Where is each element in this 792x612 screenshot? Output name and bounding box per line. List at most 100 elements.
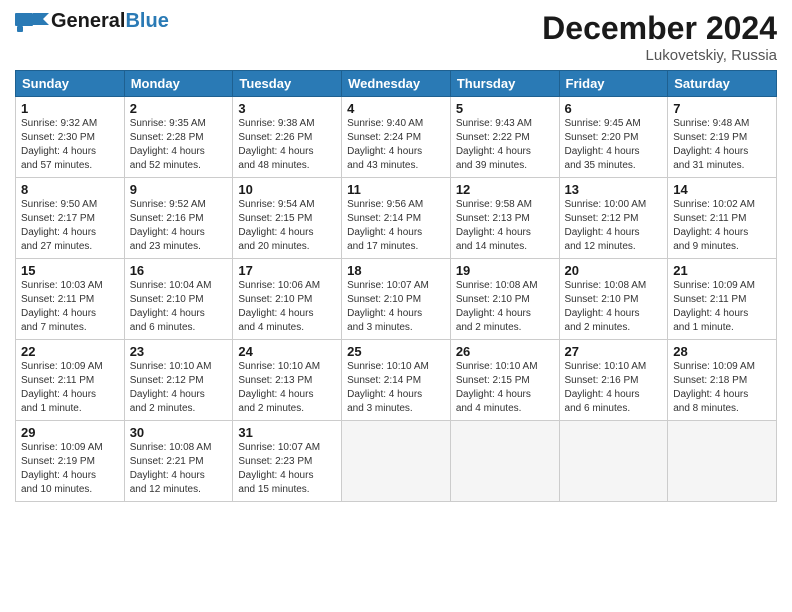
day-cell: 17Sunrise: 10:06 AM Sunset: 2:10 PM Dayl…	[233, 259, 342, 340]
day-info: Sunrise: 9:35 AM Sunset: 2:28 PM Dayligh…	[130, 117, 228, 173]
day-cell: 31Sunrise: 10:07 AM Sunset: 2:23 PM Dayl…	[233, 421, 342, 502]
day-info: Sunrise: 10:03 AM Sunset: 2:11 PM Daylig…	[21, 279, 119, 335]
day-number: 15	[21, 263, 119, 278]
col-tuesday: Tuesday	[233, 71, 342, 97]
day-cell: 11Sunrise: 9:56 AM Sunset: 2:14 PM Dayli…	[342, 178, 451, 259]
day-cell: 2Sunrise: 9:35 AM Sunset: 2:28 PM Daylig…	[124, 97, 233, 178]
calendar-body: 1Sunrise: 9:32 AM Sunset: 2:30 PM Daylig…	[16, 97, 777, 502]
day-cell	[342, 421, 451, 502]
day-cell: 25Sunrise: 10:10 AM Sunset: 2:14 PM Dayl…	[342, 340, 451, 421]
day-cell: 18Sunrise: 10:07 AM Sunset: 2:10 PM Dayl…	[342, 259, 451, 340]
day-cell: 4Sunrise: 9:40 AM Sunset: 2:24 PM Daylig…	[342, 97, 451, 178]
col-wednesday: Wednesday	[342, 71, 451, 97]
title-area: December 2024 Lukovetskiy, Russia	[542, 10, 777, 64]
day-info: Sunrise: 10:08 AM Sunset: 2:21 PM Daylig…	[130, 441, 228, 497]
day-info: Sunrise: 9:56 AM Sunset: 2:14 PM Dayligh…	[347, 198, 445, 254]
day-number: 7	[673, 101, 771, 116]
day-number: 8	[21, 182, 119, 197]
day-cell: 10Sunrise: 9:54 AM Sunset: 2:15 PM Dayli…	[233, 178, 342, 259]
header: GeneralBlue December 2024 Lukovetskiy, R…	[15, 10, 777, 64]
day-number: 27	[565, 344, 663, 359]
day-info: Sunrise: 10:09 AM Sunset: 2:19 PM Daylig…	[21, 441, 119, 497]
day-cell: 8Sunrise: 9:50 AM Sunset: 2:17 PM Daylig…	[16, 178, 125, 259]
day-info: Sunrise: 9:45 AM Sunset: 2:20 PM Dayligh…	[565, 117, 663, 173]
day-number: 19	[456, 263, 554, 278]
day-info: Sunrise: 10:09 AM Sunset: 2:11 PM Daylig…	[21, 360, 119, 416]
logo-general: General	[51, 10, 125, 32]
day-cell: 16Sunrise: 10:04 AM Sunset: 2:10 PM Dayl…	[124, 259, 233, 340]
day-info: Sunrise: 10:08 AM Sunset: 2:10 PM Daylig…	[456, 279, 554, 335]
day-cell: 23Sunrise: 10:10 AM Sunset: 2:12 PM Dayl…	[124, 340, 233, 421]
day-info: Sunrise: 9:52 AM Sunset: 2:16 PM Dayligh…	[130, 198, 228, 254]
day-number: 13	[565, 182, 663, 197]
day-cell	[450, 421, 559, 502]
week-row-1: 1Sunrise: 9:32 AM Sunset: 2:30 PM Daylig…	[16, 97, 777, 178]
day-info: Sunrise: 10:04 AM Sunset: 2:10 PM Daylig…	[130, 279, 228, 335]
day-cell	[559, 421, 668, 502]
day-cell: 14Sunrise: 10:02 AM Sunset: 2:11 PM Dayl…	[668, 178, 777, 259]
day-number: 4	[347, 101, 445, 116]
day-info: Sunrise: 9:40 AM Sunset: 2:24 PM Dayligh…	[347, 117, 445, 173]
day-cell: 6Sunrise: 9:45 AM Sunset: 2:20 PM Daylig…	[559, 97, 668, 178]
day-info: Sunrise: 10:10 AM Sunset: 2:16 PM Daylig…	[565, 360, 663, 416]
day-info: Sunrise: 10:06 AM Sunset: 2:10 PM Daylig…	[238, 279, 336, 335]
day-info: Sunrise: 10:09 AM Sunset: 2:18 PM Daylig…	[673, 360, 771, 416]
day-cell: 13Sunrise: 10:00 AM Sunset: 2:12 PM Dayl…	[559, 178, 668, 259]
day-number: 16	[130, 263, 228, 278]
day-cell: 1Sunrise: 9:32 AM Sunset: 2:30 PM Daylig…	[16, 97, 125, 178]
col-monday: Monday	[124, 71, 233, 97]
day-number: 11	[347, 182, 445, 197]
day-info: Sunrise: 10:10 AM Sunset: 2:15 PM Daylig…	[456, 360, 554, 416]
day-info: Sunrise: 10:08 AM Sunset: 2:10 PM Daylig…	[565, 279, 663, 335]
day-info: Sunrise: 10:10 AM Sunset: 2:13 PM Daylig…	[238, 360, 336, 416]
col-thursday: Thursday	[450, 71, 559, 97]
day-number: 10	[238, 182, 336, 197]
day-cell: 15Sunrise: 10:03 AM Sunset: 2:11 PM Dayl…	[16, 259, 125, 340]
day-cell: 21Sunrise: 10:09 AM Sunset: 2:11 PM Dayl…	[668, 259, 777, 340]
day-cell: 9Sunrise: 9:52 AM Sunset: 2:16 PM Daylig…	[124, 178, 233, 259]
day-number: 20	[565, 263, 663, 278]
header-row: Sunday Monday Tuesday Wednesday Thursday…	[16, 71, 777, 97]
day-info: Sunrise: 9:54 AM Sunset: 2:15 PM Dayligh…	[238, 198, 336, 254]
day-number: 21	[673, 263, 771, 278]
logo-blue: Blue	[125, 10, 168, 32]
day-info: Sunrise: 9:58 AM Sunset: 2:13 PM Dayligh…	[456, 198, 554, 254]
col-saturday: Saturday	[668, 71, 777, 97]
day-number: 26	[456, 344, 554, 359]
day-info: Sunrise: 10:07 AM Sunset: 2:23 PM Daylig…	[238, 441, 336, 497]
day-cell: 22Sunrise: 10:09 AM Sunset: 2:11 PM Dayl…	[16, 340, 125, 421]
day-info: Sunrise: 10:07 AM Sunset: 2:10 PM Daylig…	[347, 279, 445, 335]
day-info: Sunrise: 9:48 AM Sunset: 2:19 PM Dayligh…	[673, 117, 771, 173]
day-number: 3	[238, 101, 336, 116]
main-container: GeneralBlue December 2024 Lukovetskiy, R…	[0, 0, 792, 507]
day-cell: 24Sunrise: 10:10 AM Sunset: 2:13 PM Dayl…	[233, 340, 342, 421]
day-number: 2	[130, 101, 228, 116]
day-number: 12	[456, 182, 554, 197]
day-cell: 7Sunrise: 9:48 AM Sunset: 2:19 PM Daylig…	[668, 97, 777, 178]
day-number: 17	[238, 263, 336, 278]
day-cell: 30Sunrise: 10:08 AM Sunset: 2:21 PM Dayl…	[124, 421, 233, 502]
day-number: 25	[347, 344, 445, 359]
logo-icon	[15, 11, 49, 33]
day-cell: 3Sunrise: 9:38 AM Sunset: 2:26 PM Daylig…	[233, 97, 342, 178]
logo: GeneralBlue	[15, 10, 169, 33]
day-number: 29	[21, 425, 119, 440]
day-info: Sunrise: 10:09 AM Sunset: 2:11 PM Daylig…	[673, 279, 771, 335]
day-number: 18	[347, 263, 445, 278]
day-number: 14	[673, 182, 771, 197]
day-info: Sunrise: 10:10 AM Sunset: 2:12 PM Daylig…	[130, 360, 228, 416]
day-cell: 28Sunrise: 10:09 AM Sunset: 2:18 PM Dayl…	[668, 340, 777, 421]
day-number: 28	[673, 344, 771, 359]
col-sunday: Sunday	[16, 71, 125, 97]
day-cell: 29Sunrise: 10:09 AM Sunset: 2:19 PM Dayl…	[16, 421, 125, 502]
week-row-3: 15Sunrise: 10:03 AM Sunset: 2:11 PM Dayl…	[16, 259, 777, 340]
day-cell	[668, 421, 777, 502]
day-info: Sunrise: 10:00 AM Sunset: 2:12 PM Daylig…	[565, 198, 663, 254]
day-number: 5	[456, 101, 554, 116]
day-info: Sunrise: 9:38 AM Sunset: 2:26 PM Dayligh…	[238, 117, 336, 173]
location: Lukovetskiy, Russia	[542, 47, 777, 64]
day-number: 9	[130, 182, 228, 197]
day-info: Sunrise: 9:32 AM Sunset: 2:30 PM Dayligh…	[21, 117, 119, 173]
day-number: 23	[130, 344, 228, 359]
week-row-2: 8Sunrise: 9:50 AM Sunset: 2:17 PM Daylig…	[16, 178, 777, 259]
